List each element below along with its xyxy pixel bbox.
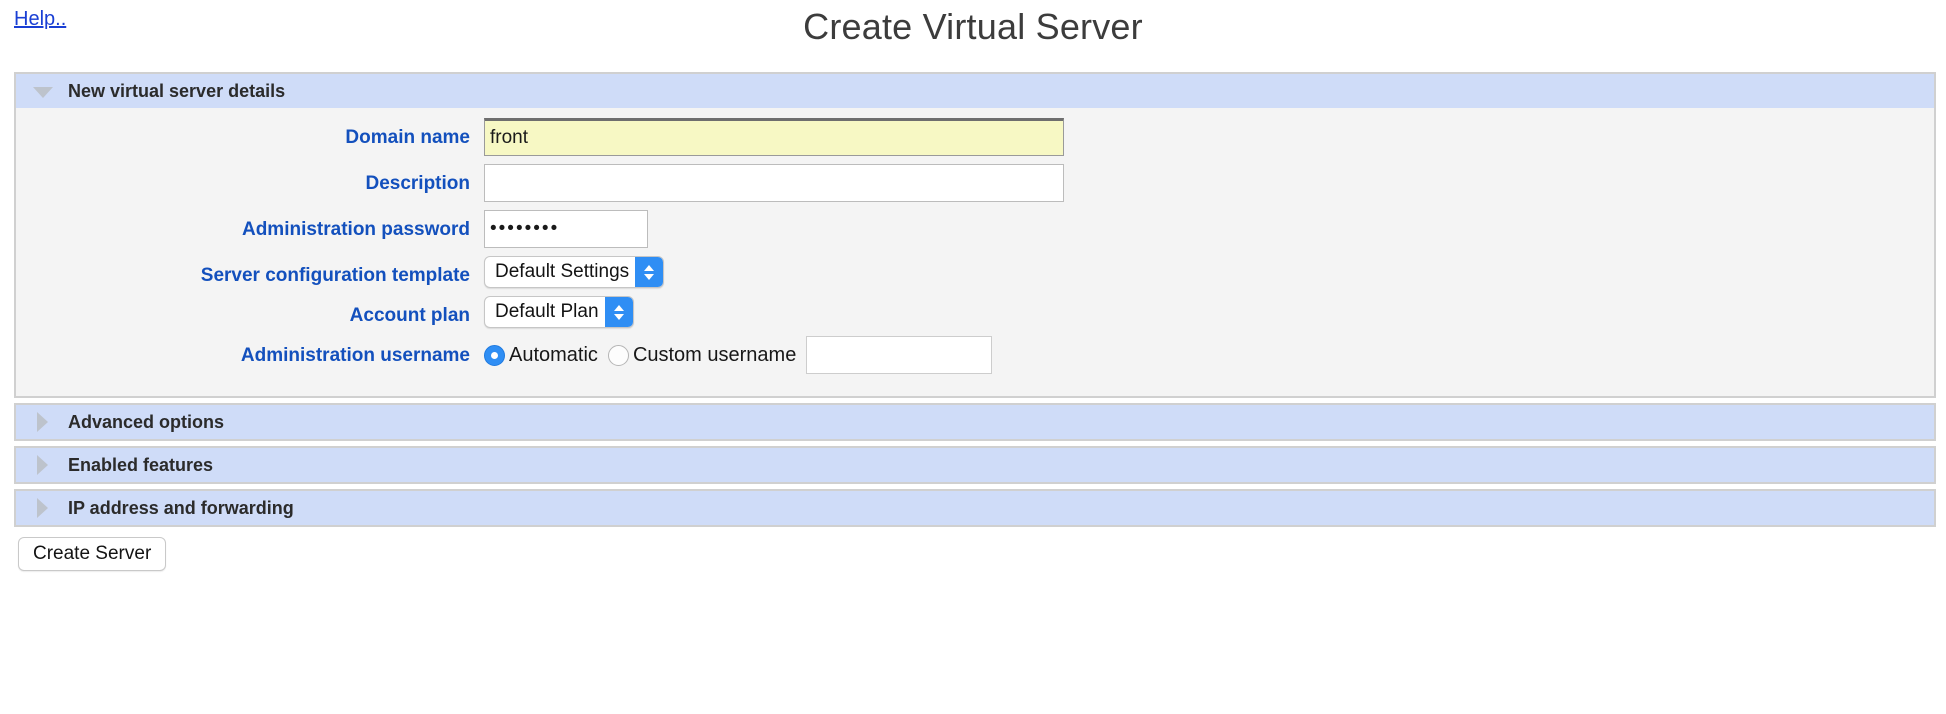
chevron-updown-icon	[604, 297, 633, 327]
domain-name-input[interactable]	[484, 118, 1064, 156]
field-row-description: Description	[16, 164, 1934, 202]
field-administration-password	[484, 210, 1934, 248]
radio-automatic[interactable]	[484, 344, 505, 366]
section-header-ip-address-and-forwarding[interactable]: IP address and forwarding	[16, 491, 1934, 525]
label-administration-username: Administration username	[240, 345, 470, 366]
section-header-enabled-features[interactable]: Enabled features	[16, 448, 1934, 482]
radio-custom-username[interactable]	[607, 344, 629, 366]
label-account-plan: Account plan	[349, 305, 470, 326]
section-title: Enabled features	[68, 454, 214, 475]
section-advanced-options: Advanced options	[14, 403, 1936, 441]
section-ip-address-and-forwarding: IP address and forwarding	[14, 489, 1936, 527]
chevron-down-icon	[32, 80, 54, 102]
field-account-plan: Default Plan	[484, 296, 1934, 328]
chevron-right-icon	[32, 454, 54, 476]
section-title: IP address and forwarding	[68, 497, 294, 518]
label-description: Description	[365, 173, 470, 194]
section-title: New virtual server details	[68, 80, 286, 101]
administration-password-input[interactable]	[484, 210, 648, 248]
custom-username-input[interactable]	[806, 336, 993, 374]
server-configuration-template-select[interactable]: Default Settings	[484, 256, 665, 288]
field-administration-username: Automatic Custom username	[484, 336, 1934, 374]
chevron-right-icon	[32, 497, 54, 519]
create-server-button[interactable]: Create Server	[18, 537, 167, 571]
field-row-domain-name: Domain name	[16, 118, 1934, 156]
account-plan-select[interactable]: Default Plan	[484, 296, 634, 328]
section-header-new-virtual-server-details[interactable]: New virtual server details	[16, 74, 1934, 108]
radio-label-automatic[interactable]: Automatic	[509, 344, 598, 367]
description-input[interactable]	[484, 164, 1064, 202]
section-enabled-features: Enabled features	[14, 446, 1936, 484]
panel-stack: New virtual server details Domain name D…	[14, 72, 1936, 527]
field-row-administration-username: Administration username Automatic Custom…	[16, 336, 1934, 374]
chevron-updown-icon	[635, 257, 664, 287]
field-server-configuration-template: Default Settings	[484, 256, 1934, 288]
field-row-administration-password: Administration password	[16, 210, 1934, 248]
label-administration-password: Administration password	[241, 219, 470, 240]
label-domain-name: Domain name	[345, 127, 470, 148]
form-footer: Create Server	[18, 537, 1946, 571]
section-title: Advanced options	[68, 411, 225, 432]
account-plan-value: Default Plan	[495, 301, 599, 322]
section-new-virtual-server-details: New virtual server details Domain name D…	[14, 72, 1936, 398]
chevron-right-icon	[32, 411, 54, 433]
administration-username-radio-group: Automatic Custom username	[484, 336, 993, 374]
top-bar: Help.. Create Virtual Server	[0, 0, 1946, 58]
field-domain-name	[484, 118, 1934, 156]
label-server-configuration-template: Server configuration template	[200, 265, 470, 286]
field-row-server-configuration-template: Server configuration template Default Se…	[16, 256, 1934, 288]
section-body-new-virtual-server-details: Domain name Description Administration p…	[16, 108, 1934, 396]
field-description	[484, 164, 1934, 202]
field-row-account-plan: Account plan Default Plan	[16, 296, 1934, 328]
page-title: Create Virtual Server	[803, 6, 1143, 47]
section-header-advanced-options[interactable]: Advanced options	[16, 405, 1934, 439]
server-configuration-template-value: Default Settings	[495, 261, 630, 282]
radio-label-custom-username[interactable]: Custom username	[633, 344, 796, 367]
